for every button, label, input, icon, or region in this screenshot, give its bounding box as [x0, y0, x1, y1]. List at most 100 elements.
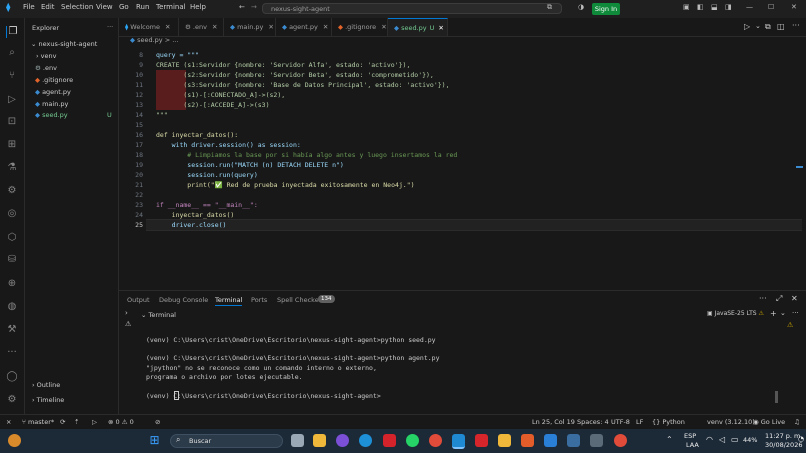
menu-terminal[interactable]: Terminal [156, 3, 186, 11]
chevron-up-icon[interactable]: ⌃ [666, 435, 673, 444]
git-app-icon[interactable] [521, 434, 534, 447]
testing-icon[interactable]: ⚗ [6, 162, 18, 174]
acrobat-app-icon[interactable] [383, 434, 396, 447]
remote-explorer-icon[interactable]: ⊡ [6, 116, 18, 128]
tree-item-seed[interactable]: ◆ seed.py [35, 111, 68, 119]
publish-icon[interactable]: ⇡ [74, 418, 79, 426]
toggle-panel-icon[interactable]: ⬓ [711, 3, 718, 11]
account-icon[interactable]: ◯ [6, 371, 18, 383]
split-editor-icon[interactable]: ◫ [777, 22, 785, 31]
clock-time[interactable]: 11:27 p. m. [765, 432, 802, 440]
copilot-chat-icon[interactable]: ◍ [6, 301, 18, 313]
close-icon[interactable]: ✕ [438, 24, 443, 32]
vscode-app-icon[interactable] [452, 434, 465, 449]
back-arrow-icon[interactable]: ← [239, 3, 245, 11]
console-app-icon[interactable] [590, 434, 603, 447]
more-actions-icon[interactable]: ··· [792, 21, 800, 30]
remote-icon[interactable]: ⨯ [6, 418, 11, 426]
toggle-sidebar-icon[interactable]: ◧ [697, 3, 704, 11]
more-icon[interactable]: ··· [6, 347, 18, 359]
sync-icon[interactable]: ⟳ [60, 418, 65, 426]
problems-indicator[interactable]: ⊗ 0 ⚠ 0 [108, 418, 134, 426]
minimize-icon[interactable]: — [746, 3, 753, 11]
project-folder[interactable]: ⌄ nexus-sight-agent [31, 40, 97, 48]
breadcrumb-file[interactable]: seed.py [137, 36, 163, 44]
indentation[interactable]: Spaces: 4 [577, 418, 609, 426]
wifi-icon[interactable]: ◠ [706, 435, 713, 444]
l-app-icon[interactable] [475, 434, 488, 447]
tab-seed[interactable]: ◆ seed.py U ✕ [388, 18, 448, 36]
source-control-icon[interactable]: ⑂ [6, 70, 18, 82]
manage-gear-icon[interactable]: ⚙ [6, 394, 18, 406]
tab-terminal[interactable]: Terminal [215, 296, 243, 306]
terminal-dropdown-icon[interactable]: ⌄ [780, 309, 786, 317]
terminal-app-icon[interactable] [567, 434, 580, 447]
terminal-more-icon[interactable]: ··· [792, 309, 799, 317]
maximize-icon[interactable]: ☐ [768, 3, 774, 11]
clock-date[interactable]: 30/08/2026 [765, 441, 802, 449]
run-python-icon[interactable]: ▷ [744, 22, 750, 31]
live-share-icon[interactable]: ⊕ [6, 278, 18, 290]
more-actions-icon[interactable]: ··· [759, 294, 767, 303]
menu-run[interactable]: Run [136, 3, 149, 11]
tab-output[interactable]: Output [127, 296, 150, 304]
tools-icon[interactable]: ⚒ [6, 324, 18, 336]
language-indicator[interactable]: ESP [684, 432, 696, 440]
menu-edit[interactable]: Edit [41, 3, 55, 11]
keyboard-layout[interactable]: LAA [686, 441, 699, 449]
end-of-line[interactable]: LF [636, 418, 643, 426]
python-interpreter[interactable]: venv (3.12.10) [707, 418, 755, 426]
language-mode[interactable]: {} Python [652, 418, 685, 426]
tab-ports[interactable]: Ports [251, 296, 267, 304]
account-sync-icon[interactable]: ◑ [578, 3, 584, 11]
menu-go[interactable]: Go [119, 3, 129, 11]
tree-item-main[interactable]: ◆ main.py [35, 100, 68, 108]
tab-agent[interactable]: ◆ agent.py ✕ [276, 18, 332, 36]
extensions-icon[interactable]: ⊞ [6, 139, 18, 151]
database-icon[interactable]: ⛁ [6, 254, 18, 266]
edge-app-icon[interactable] [359, 434, 372, 447]
branch-indicator[interactable]: ⑂ master* [22, 418, 54, 426]
chrome-profile-app-icon[interactable] [614, 434, 627, 447]
folder-app-icon[interactable] [498, 434, 511, 447]
github-app-icon[interactable] [336, 434, 349, 447]
task-view-icon[interactable] [291, 434, 304, 447]
tab-welcome[interactable]: ⧫ Welcome ✕ [119, 18, 179, 36]
close-icon[interactable]: ✕ [323, 23, 328, 31]
menu-selection[interactable]: Selection [61, 3, 93, 11]
close-panel-icon[interactable]: ✕ [791, 294, 798, 303]
close-icon[interactable]: ✕ [212, 23, 217, 31]
cursor-position[interactable]: Ln 25, Col 19 [532, 418, 575, 426]
run-dropdown-icon[interactable]: ⌄ [755, 22, 761, 30]
tab-main[interactable]: ◆ main.py ✕ [224, 18, 276, 36]
close-icon[interactable]: ✕ [268, 23, 273, 31]
close-icon[interactable]: ✕ [165, 23, 170, 31]
breadcrumb-rest[interactable]: > ... [165, 36, 179, 44]
sign-in-button[interactable]: Sign In [592, 3, 620, 15]
java-runtime-indicator[interactable]: ▣ JavaSE-25 LTS ⚠ [707, 310, 764, 317]
windows-start-icon[interactable]: ⊞ [148, 434, 161, 447]
more-actions-icon[interactable]: ··· [107, 23, 113, 31]
tab-debug-console[interactable]: Debug Console [159, 296, 208, 304]
tree-item-agent[interactable]: ◆ agent.py [35, 88, 71, 96]
copilot-icon[interactable]: ⧉ [547, 3, 552, 12]
close-window-icon[interactable]: ✕ [791, 3, 797, 11]
encoding[interactable]: UTF-8 [611, 418, 630, 426]
menu-view[interactable]: View [96, 3, 113, 11]
whatsapp-app-icon[interactable] [406, 434, 419, 447]
command-center-search[interactable]: nexus-sight-agent [262, 3, 562, 14]
terminal-scrollbar[interactable] [775, 391, 778, 403]
outlook-app-icon[interactable] [544, 434, 557, 447]
tree-item-venv[interactable]: › venv [36, 52, 56, 60]
battery-icon[interactable]: ▭ [731, 435, 739, 444]
tab-spell-checker[interactable]: Spell Checker [277, 296, 321, 304]
open-changes-icon[interactable]: ⧉ [765, 22, 771, 32]
tab-env[interactable]: ⚙ .env ✕ [179, 18, 224, 36]
tree-item-env[interactable]: ⚙ .env [35, 64, 57, 72]
containers-icon[interactable]: ⬡ [6, 232, 18, 244]
tree-item-gitignore[interactable]: ◆ .gitignore [35, 76, 73, 84]
file-explorer-app-icon[interactable] [313, 434, 326, 447]
new-terminal-icon[interactable]: + [770, 309, 777, 318]
notifications-icon[interactable]: ♫ [794, 418, 800, 426]
menu-file[interactable]: File [23, 3, 35, 11]
